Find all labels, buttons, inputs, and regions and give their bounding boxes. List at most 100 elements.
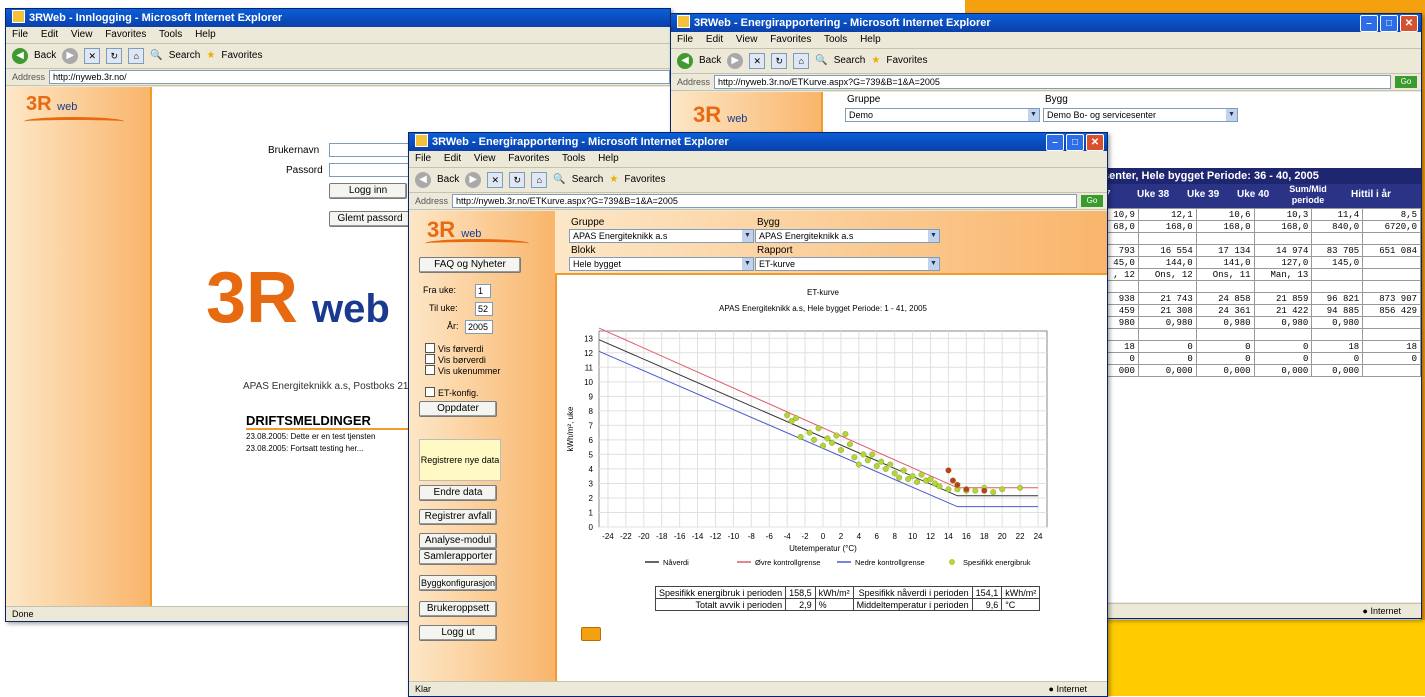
menu-tools[interactable]: Tools	[159, 29, 182, 40]
stop-icon[interactable]: ✕	[84, 48, 101, 64]
maximize-icon[interactable]: □	[1380, 15, 1398, 32]
back-button[interactable]: Back	[699, 49, 721, 73]
registrere-nye-data-button[interactable]: Registrere nye data	[419, 439, 501, 481]
menu-view[interactable]: View	[71, 29, 93, 40]
menu-favorites[interactable]: Favorites	[105, 29, 146, 40]
search-icon[interactable]: 🔍	[553, 168, 565, 192]
menu-tools[interactable]: Tools	[562, 153, 585, 164]
home-icon[interactable]: ⌂	[128, 48, 145, 64]
menu-help[interactable]: Help	[598, 153, 619, 164]
menu-file[interactable]: File	[677, 34, 693, 45]
menu-file[interactable]: File	[12, 29, 28, 40]
refresh-icon[interactable]: ↻	[509, 172, 526, 188]
minimize-icon[interactable]: –	[1360, 15, 1378, 32]
menu-view[interactable]: View	[736, 34, 758, 45]
menu-file[interactable]: File	[415, 153, 431, 164]
search-button[interactable]: Search	[834, 49, 866, 73]
fra-uke-input[interactable]: 1	[475, 284, 491, 298]
maximize-icon[interactable]: □	[1066, 134, 1084, 151]
ops-message: 23.08.2005: Fortsatt testing her...	[246, 444, 364, 453]
search-icon[interactable]: 🔍	[150, 44, 162, 68]
close-icon[interactable]: ✕	[1400, 15, 1418, 32]
table-row: 10,9 12,1 10,6 10,3 11,4 8,5	[1101, 208, 1421, 221]
logg-ut-button[interactable]: Logg ut	[419, 625, 497, 641]
back-arrow-icon[interactable]: ◀	[415, 172, 431, 188]
forward-arrow-icon[interactable]: ▶	[465, 172, 482, 188]
menu-edit[interactable]: Edit	[444, 153, 461, 164]
til-uke-input[interactable]: 52	[475, 302, 493, 316]
back-arrow-icon[interactable]: ◀	[12, 48, 28, 64]
refresh-icon[interactable]: ↻	[106, 48, 123, 64]
favorites-button[interactable]: Favorites	[624, 168, 665, 192]
x-tick-label: -6	[766, 532, 774, 541]
table-row	[1101, 328, 1421, 341]
favorites-button[interactable]: Favorites	[221, 44, 262, 68]
favorites-star-icon[interactable]: ★	[206, 44, 215, 68]
back-button[interactable]: Back	[437, 168, 459, 192]
gruppe-select[interactable]: Demo ▼	[845, 108, 1040, 122]
checkbox-vis-borverdi[interactable]: Vis børverdi	[425, 354, 486, 365]
forward-arrow-icon[interactable]: ▶	[62, 48, 79, 64]
search-button[interactable]: Search	[572, 168, 604, 192]
back-button[interactable]: Back	[34, 44, 56, 68]
table-cell: 14 974	[1253, 244, 1313, 257]
address-input[interactable]: http://nyweb.3r.no/ETKurve.aspx?G=739&B=…	[452, 194, 1077, 208]
report-table-title: senter, Hele bygget Periode: 36 - 40, 20…	[1101, 168, 1421, 184]
gruppe-select[interactable]: APAS Energiteknikk a.s ▼	[569, 229, 754, 243]
menu-favorites[interactable]: Favorites	[770, 34, 811, 45]
bygg-select[interactable]: Demo Bo- og servicesenter ▼	[1043, 108, 1238, 122]
refresh-icon[interactable]: ↻	[771, 53, 788, 69]
search-icon[interactable]: 🔍	[815, 49, 827, 73]
print-icon[interactable]	[581, 627, 601, 641]
go-button[interactable]: Go	[1081, 195, 1103, 207]
password-field[interactable]	[329, 163, 413, 177]
bygg-select[interactable]: APAS Energiteknikk a.s ▼	[755, 229, 940, 243]
checkbox-vis-ukenummer[interactable]: Vis ukenummer	[425, 365, 500, 376]
checkbox-et-konfig[interactable]: ET-konfig.	[425, 387, 479, 398]
go-button[interactable]: Go	[1395, 76, 1417, 88]
favorites-star-icon[interactable]: ★	[871, 49, 880, 73]
forgot-password-button[interactable]: Glemt passord	[329, 211, 411, 227]
favorites-star-icon[interactable]: ★	[609, 168, 618, 192]
menu-favorites[interactable]: Favorites	[508, 153, 549, 164]
minimize-icon[interactable]: –	[1046, 134, 1064, 151]
menu-edit[interactable]: Edit	[706, 34, 723, 45]
menu-help[interactable]: Help	[860, 34, 881, 45]
blokk-label: Blokk	[571, 245, 596, 256]
close-icon[interactable]: ✕	[1086, 134, 1104, 151]
x-tick-label: -22	[620, 532, 632, 541]
home-icon[interactable]: ⌂	[531, 172, 548, 188]
address-input[interactable]: http://nyweb.3r.no/	[49, 70, 670, 84]
byggkonfigurasjon-button[interactable]: Byggkonfigurasjon	[419, 575, 497, 591]
table-cell: 96 821	[1311, 292, 1364, 305]
menu-view[interactable]: View	[474, 153, 496, 164]
x-tick-label: -12	[710, 532, 722, 541]
menu-tools[interactable]: Tools	[824, 34, 847, 45]
back-arrow-icon[interactable]: ◀	[677, 53, 693, 69]
stop-icon[interactable]: ✕	[487, 172, 504, 188]
ar-input[interactable]: 2005	[465, 320, 493, 334]
address-input[interactable]: http://nyweb.3r.no/ETKurve.aspx?G=739&B=…	[714, 75, 1391, 89]
faq-button[interactable]: FAQ og Nyheter	[419, 257, 521, 273]
search-button[interactable]: Search	[169, 44, 201, 68]
samlerapporter-button[interactable]: Samlerapporter	[419, 549, 497, 565]
analyse-modul-button[interactable]: Analyse-modul	[419, 533, 497, 549]
table-row: 938 21 743 24 858 21 859 96 821 873 907	[1101, 292, 1421, 305]
forward-arrow-icon[interactable]: ▶	[727, 53, 744, 69]
login-button[interactable]: Logg inn	[329, 183, 407, 199]
registrer-avfall-button[interactable]: Registrer avfall	[419, 509, 497, 525]
blokk-select[interactable]: Hele bygget ▼	[569, 257, 754, 271]
endre-data-button[interactable]: Endre data	[419, 485, 497, 501]
menu-edit[interactable]: Edit	[41, 29, 58, 40]
table-cell: 16 554	[1137, 244, 1197, 257]
oppdater-button[interactable]: Oppdater	[419, 401, 497, 417]
favorites-button[interactable]: Favorites	[886, 49, 927, 73]
checkbox-vis-forverdi[interactable]: Vis førverdi	[425, 343, 483, 354]
menu-help[interactable]: Help	[195, 29, 216, 40]
company-address: APAS Energiteknikk a.s, Postboks 2107,	[243, 381, 423, 392]
brukeroppsett-button[interactable]: Brukeroppsett	[419, 601, 497, 617]
stop-icon[interactable]: ✕	[749, 53, 766, 69]
rapport-select[interactable]: ET-kurve ▼	[755, 257, 940, 271]
username-field[interactable]	[329, 143, 413, 157]
home-icon[interactable]: ⌂	[793, 53, 810, 69]
